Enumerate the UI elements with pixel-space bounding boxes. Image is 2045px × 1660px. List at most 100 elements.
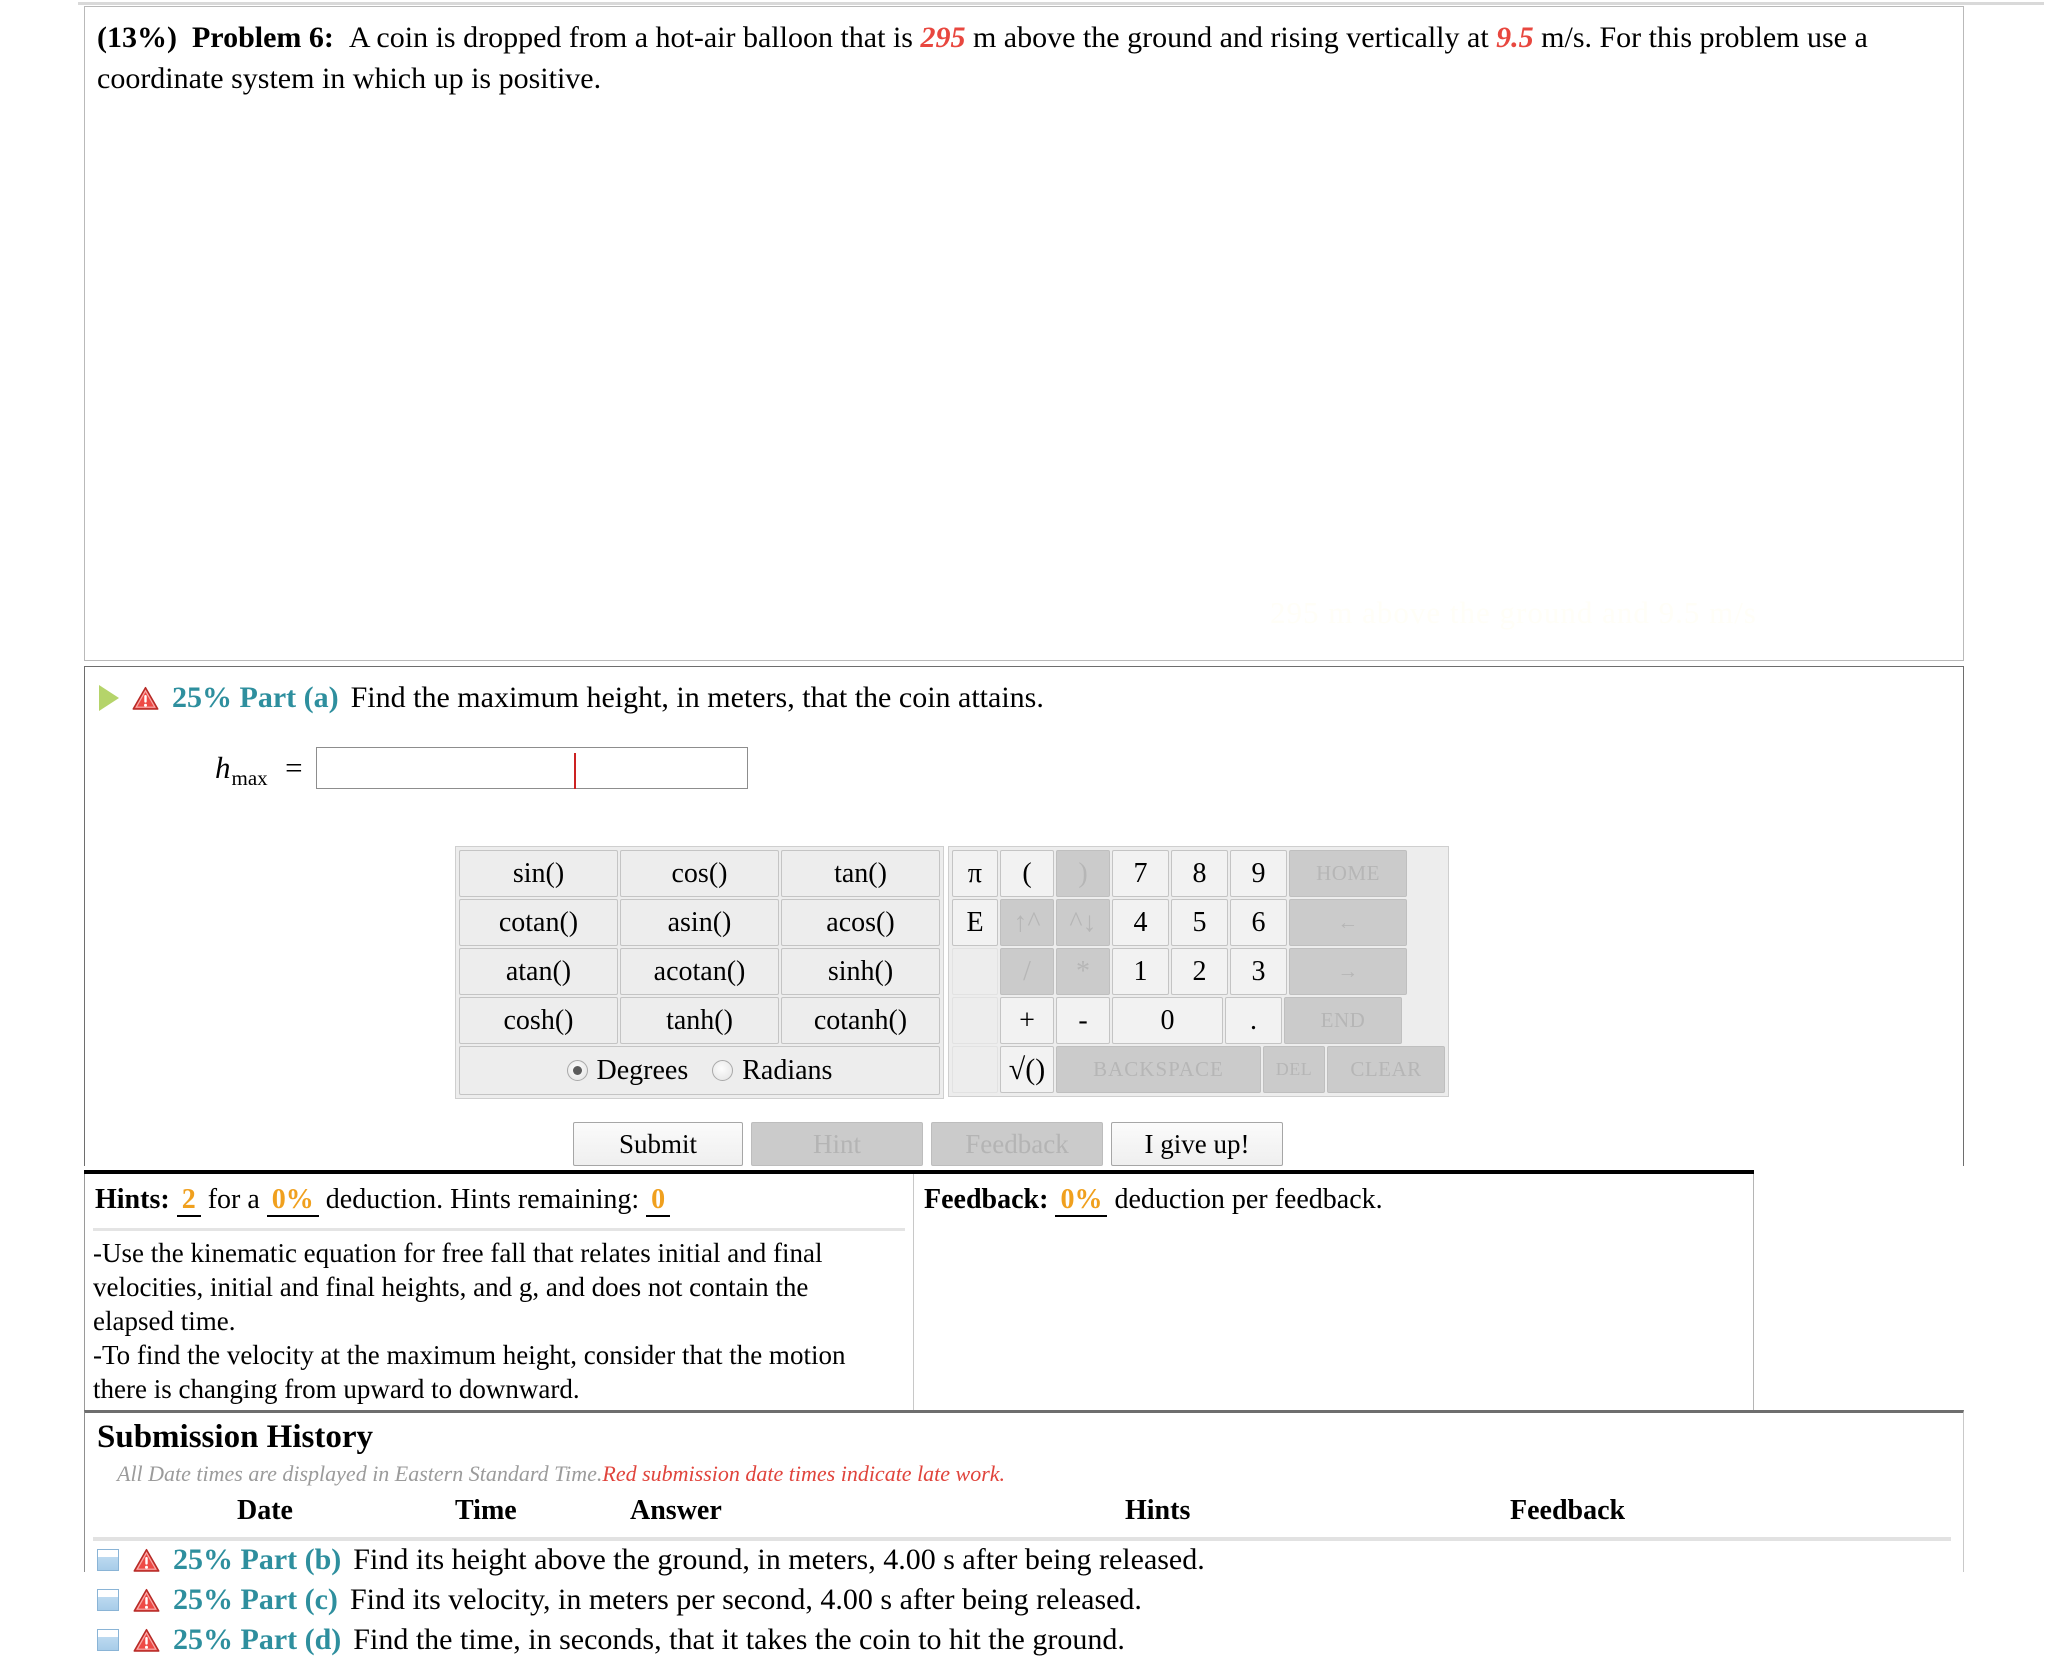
label-degrees: Degrees — [596, 1054, 689, 1086]
expand-box-icon[interactable] — [97, 1589, 119, 1611]
key-divide: / — [1000, 948, 1054, 995]
hint-line-1: -Use the kinematic equation for free fal… — [93, 1238, 823, 1336]
calculator-keypad: sin() cos() tan() cotan() asin() acos() … — [455, 846, 1449, 1099]
hmax-label: hmax = — [215, 750, 304, 790]
trig-row: cosh() tanh() cotanh() — [458, 996, 941, 1045]
label-radians: Radians — [742, 1054, 833, 1086]
submission-history-header-row: Date Time Answer Hints Feedback — [85, 1495, 1965, 1537]
hints-deduction-percent: 0% — [266, 1185, 319, 1218]
feedback-header: Feedback: 0% deduction per feedback. — [924, 1184, 1383, 1218]
key-2[interactable]: 2 — [1171, 948, 1228, 995]
part-d-percent-label: 25% Part (d) — [173, 1623, 342, 1656]
expand-box-icon[interactable] — [97, 1629, 119, 1651]
key-decimal-point[interactable]: . — [1225, 997, 1282, 1044]
numeric-row: + -0. END — [951, 996, 1446, 1045]
hmax-symbol: h — [215, 750, 231, 785]
key-tan[interactable]: tan() — [781, 850, 940, 897]
give-up-button[interactable]: I give up! — [1111, 1122, 1283, 1166]
key-acos[interactable]: acos() — [781, 899, 940, 946]
key-7[interactable]: 7 — [1112, 850, 1169, 897]
problem-text-part-2: m above the ground and rising vertically… — [972, 21, 1489, 54]
problem-statement-text: (13%) Problem 6: A coin is dropped from … — [97, 17, 1937, 99]
hints-count: 2 — [176, 1185, 201, 1218]
key-sin[interactable]: sin() — [459, 850, 618, 897]
key-arrow-left: ← — [1289, 899, 1407, 946]
key-multiply: * — [1056, 948, 1110, 995]
key-5[interactable]: 5 — [1171, 899, 1228, 946]
trig-row: cotan() asin() acos() — [458, 898, 941, 947]
key-atan[interactable]: atan() — [459, 948, 618, 995]
key-9[interactable]: 9 — [1230, 850, 1287, 897]
key-blank-1 — [952, 948, 998, 995]
radio-radians[interactable] — [712, 1060, 734, 1081]
key-blank-3 — [952, 1046, 998, 1093]
key-minus[interactable]: - — [1056, 997, 1110, 1044]
key-blank-2 — [952, 997, 998, 1044]
key-open-paren[interactable]: ( — [1000, 850, 1054, 897]
key-0[interactable]: 0 — [1112, 997, 1223, 1044]
part-a-percent-label: 25% Part (a) — [172, 681, 339, 714]
key-tanh[interactable]: tanh() — [620, 997, 779, 1044]
column-header-date: Date — [237, 1495, 293, 1526]
part-a-header: 25% Part (a) Find the maximum height, in… — [97, 681, 1044, 715]
hints-title: Hints: — [95, 1184, 170, 1215]
key-clear: CLEAR — [1327, 1046, 1445, 1093]
trig-row: sin() cos() tan() — [458, 849, 941, 898]
key-plus[interactable]: + — [1000, 997, 1054, 1044]
part-b-description: Find its height above the ground, in met… — [353, 1543, 1205, 1576]
hints-header: Hints: 2 for a 0% deduction. Hints remai… — [95, 1184, 671, 1218]
key-pi[interactable]: π — [952, 850, 998, 897]
timezone-note: All Date times are displayed in Eastern … — [117, 1461, 603, 1486]
numeric-pad: π() 7 8 9 HOME E ↑^ ^↓ 4 5 6 ← / * 1 2 3 → + -0. END √() BACKS… — [948, 846, 1449, 1097]
submission-history-table: Date Time Answer Hints Feedback — [85, 1495, 1965, 1541]
collapsed-part-c[interactable]: 25% Part (c) Find its velocity, in meters… — [96, 1580, 1796, 1620]
numeric-row: E ↑^ ^↓ 4 5 6 ← — [951, 898, 1446, 947]
problem-statement-box: (13%) Problem 6: A coin is dropped from … — [84, 6, 1964, 661]
part-c-percent-label: 25% Part (c) — [173, 1583, 338, 1616]
part-b-percent-label: 25% Part (b) — [173, 1543, 342, 1576]
key-delete: DEL — [1263, 1046, 1325, 1093]
column-header-feedback: Feedback — [1510, 1495, 1626, 1526]
key-power-down: ^↓ — [1056, 899, 1110, 946]
numeric-row: π() 7 8 9 HOME — [951, 849, 1446, 898]
feedback-panel: Feedback: 0% deduction per feedback. — [914, 1174, 1754, 1410]
angle-mode-row: Degrees Radians — [459, 1046, 940, 1095]
key-8[interactable]: 8 — [1171, 850, 1228, 897]
key-acotan[interactable]: acotan() — [620, 948, 779, 995]
collapsed-part-b[interactable]: 25% Part (b) Find its height above the gr… — [96, 1540, 1796, 1580]
key-power-up: ↑^ — [1000, 899, 1054, 946]
problem-page: (13%) Problem 6: A coin is dropped from … — [0, 0, 2045, 1658]
key-3[interactable]: 3 — [1230, 948, 1287, 995]
feedback-button: Feedback — [931, 1122, 1103, 1166]
answer-input[interactable] — [316, 747, 749, 789]
key-square-root[interactable]: √() — [1000, 1046, 1054, 1093]
key-cotan[interactable]: cotan() — [459, 899, 618, 946]
key-close-paren: ) — [1056, 850, 1110, 897]
key-4[interactable]: 4 — [1112, 899, 1169, 946]
problem-label: Problem 6: — [191, 21, 334, 54]
radio-degrees[interactable] — [566, 1060, 588, 1081]
top-divider — [78, 2, 2044, 5]
key-cotanh[interactable]: cotanh() — [781, 997, 940, 1044]
warning-triangle-icon — [132, 686, 159, 711]
hint-button: Hint — [751, 1122, 923, 1166]
key-cos[interactable]: cos() — [620, 850, 779, 897]
key-end: END — [1284, 997, 1402, 1044]
key-6[interactable]: 6 — [1230, 899, 1287, 946]
key-1[interactable]: 1 — [1112, 948, 1169, 995]
hints-body: -Use the kinematic equation for free fal… — [93, 1236, 893, 1406]
submit-button[interactable]: Submit — [573, 1122, 743, 1166]
part-d-description: Find the time, in seconds, that it takes… — [353, 1623, 1125, 1656]
key-cosh[interactable]: cosh() — [459, 997, 618, 1044]
key-exponent-e[interactable]: E — [952, 899, 998, 946]
expand-box-icon[interactable] — [97, 1549, 119, 1571]
collapsed-part-d[interactable]: 25% Part (d) Find the time, in seconds, t… — [96, 1620, 1796, 1660]
part-a-description: Find the maximum height, in meters, that… — [350, 681, 1044, 714]
feedback-title: Feedback: — [924, 1184, 1049, 1215]
column-header-time: Time — [455, 1495, 517, 1526]
key-sinh[interactable]: sinh() — [781, 948, 940, 995]
part-a-answer-row: hmax = — [215, 747, 749, 790]
problem-value-speed: 9.5 — [1496, 21, 1534, 54]
expand-triangle-icon[interactable] — [99, 685, 119, 711]
key-asin[interactable]: asin() — [620, 899, 779, 946]
